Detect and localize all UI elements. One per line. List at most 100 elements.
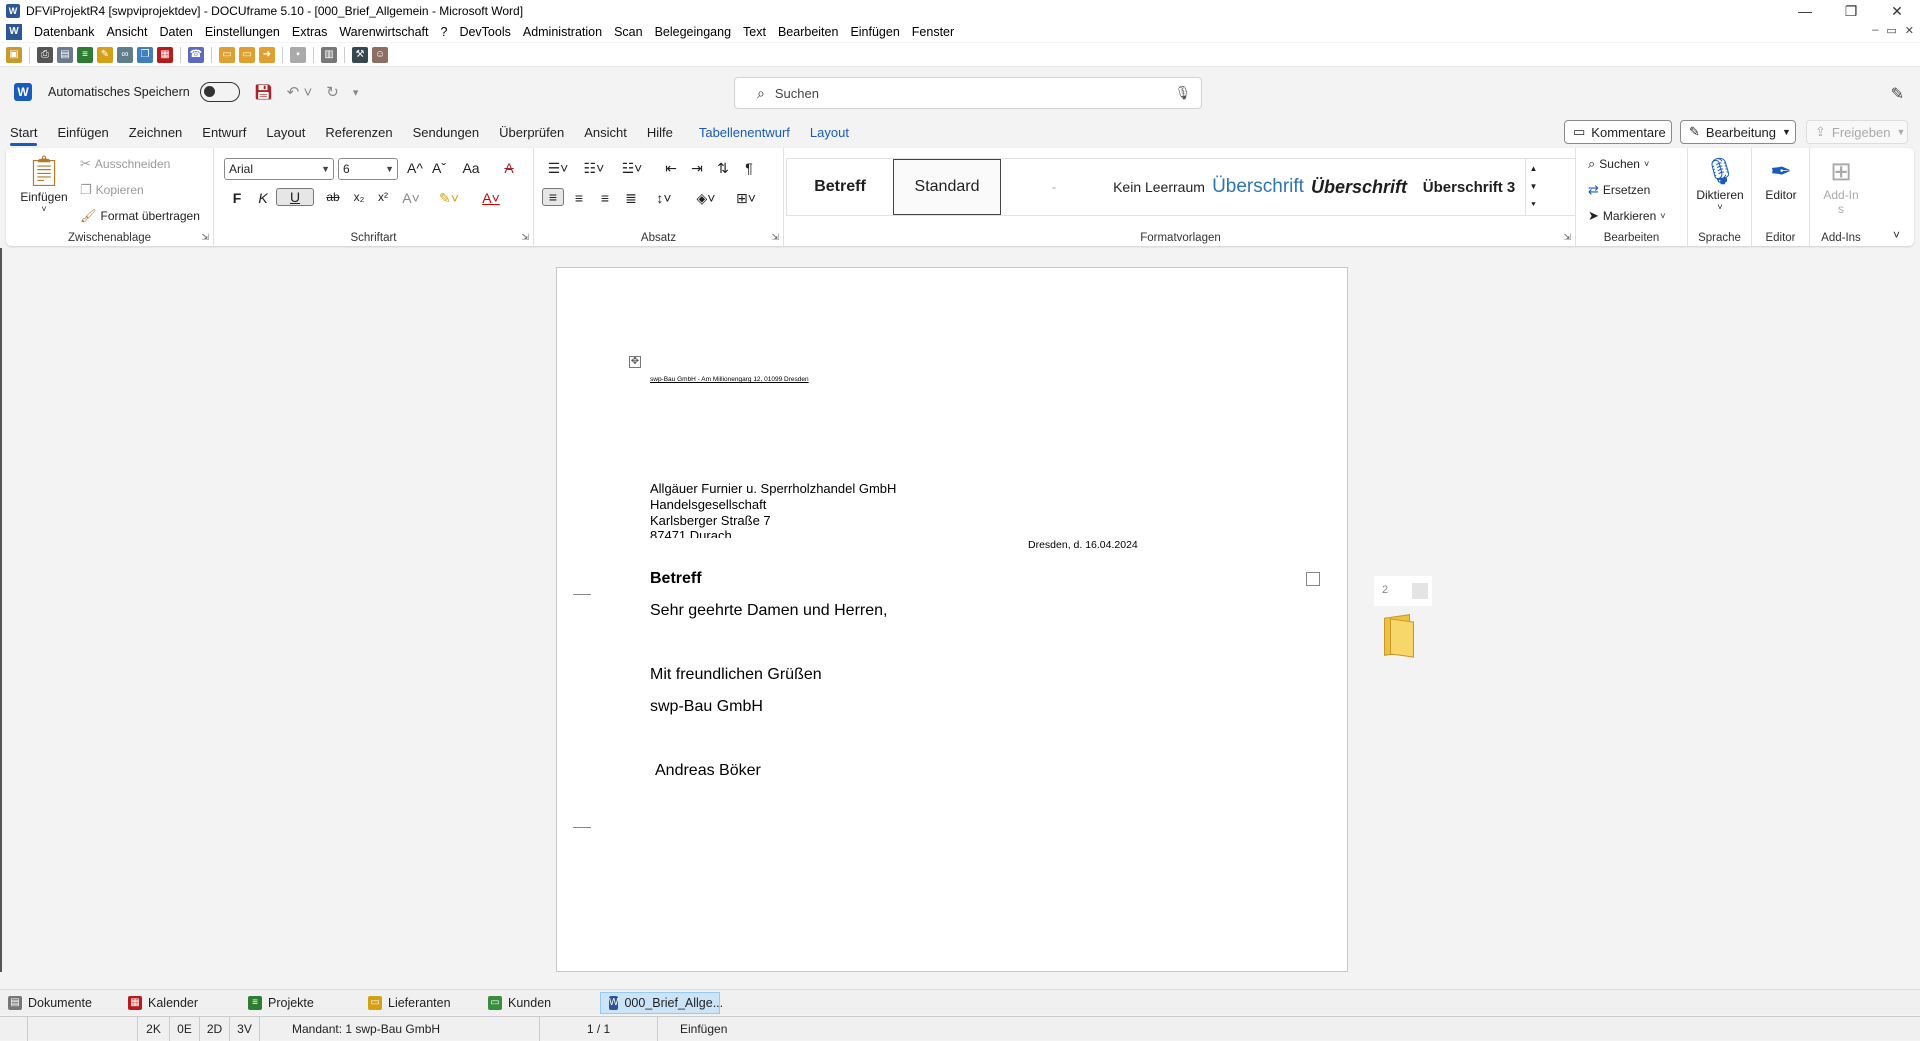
document-page[interactable]: ✥ swp-Bau GmbH - Am Millionengarg 12, 01… bbox=[556, 267, 1348, 972]
task-brief[interactable]: W 000_Brief_Allge... bbox=[600, 991, 723, 1014]
underline-button[interactable]: U bbox=[276, 188, 314, 206]
shading-icon[interactable]: ◈˅ bbox=[690, 190, 722, 207]
comments-button[interactable]: ▭ Kommentare bbox=[1564, 120, 1672, 144]
minimize-button[interactable]: — bbox=[1782, 0, 1828, 22]
collapse-ribbon-icon[interactable]: ˅ bbox=[1893, 228, 1900, 242]
save-disk-icon[interactable]: ▪ bbox=[290, 46, 306, 63]
tab-sendungen[interactable]: Sendungen bbox=[403, 120, 490, 146]
search-box[interactable]: ⌕ Suchen 🎙︎ bbox=[734, 77, 1202, 109]
tab-zeichnen[interactable]: Zeichnen bbox=[119, 120, 192, 146]
italic-button[interactable]: K bbox=[252, 190, 274, 206]
menu-devtools[interactable]: DevTools bbox=[453, 25, 516, 39]
mdi-close-button[interactable]: ✕ bbox=[1905, 24, 1914, 37]
pilcrow-icon[interactable]: ¶ bbox=[738, 160, 760, 176]
line-spacing-icon[interactable]: ↕˅ bbox=[648, 190, 680, 206]
save-icon[interactable]: 💾︎ bbox=[254, 83, 273, 101]
recipient-line-3[interactable]: Karlsberger Straße 7 bbox=[650, 513, 771, 528]
share-button[interactable]: ⇪ Freigeben ▼ bbox=[1806, 120, 1908, 144]
tab-entwurf[interactable]: Entwurf bbox=[192, 120, 256, 146]
menu-fenster[interactable]: Fenster bbox=[906, 25, 960, 39]
format-painter-button[interactable]: 🖌︎ Format übertragen bbox=[80, 208, 200, 224]
editing-mode-button[interactable]: ✎ Bearbeitung ▼ bbox=[1680, 120, 1796, 144]
find-button[interactable]: ⌕ Suchen ˅ bbox=[1588, 156, 1649, 172]
recipient-line-4[interactable]: 87471 Durach bbox=[650, 528, 732, 538]
tab-ueberpruefen[interactable]: Überprüfen bbox=[489, 120, 574, 146]
recipient-line-2[interactable]: Handelsgesellschaft bbox=[650, 497, 766, 512]
pen-icon[interactable]: ✎ bbox=[1891, 84, 1904, 104]
redo-icon[interactable]: ↻ bbox=[326, 83, 339, 101]
superscript-button[interactable]: x² bbox=[372, 190, 394, 204]
window-icon[interactable]: ▥ bbox=[321, 46, 337, 63]
microphone-icon[interactable]: 🎙︎ bbox=[1174, 85, 1191, 101]
addins-button[interactable]: ⊞ Add-Ins bbox=[1810, 154, 1872, 216]
bullets-icon[interactable]: ☰˅ bbox=[542, 160, 574, 177]
task-projekte[interactable]: ≡ Projekte bbox=[240, 992, 360, 1014]
letter-closing[interactable]: Mit freundlichen Grüßen bbox=[650, 666, 822, 684]
tab-ansicht[interactable]: Ansicht bbox=[574, 120, 637, 146]
tab-hilfe[interactable]: Hilfe bbox=[637, 120, 683, 146]
letter-date[interactable]: Dresden, d. 16.04.2024 bbox=[1028, 539, 1138, 551]
print-icon[interactable]: ⎙ bbox=[37, 46, 53, 63]
task-lieferanten[interactable]: ▭ Lieferanten bbox=[360, 992, 480, 1014]
menu-bearbeiten[interactable]: Bearbeiten bbox=[772, 25, 844, 39]
tab-tabellenentwurf[interactable]: Tabellenentwurf bbox=[689, 120, 800, 146]
align-center-icon[interactable]: ≡ bbox=[568, 190, 590, 206]
clear-format-button[interactable]: A bbox=[498, 160, 520, 176]
numbering-icon[interactable]: ☷˅ bbox=[578, 160, 610, 177]
menu-extras[interactable]: Extras bbox=[286, 25, 333, 39]
tools-icon[interactable]: ⚒ bbox=[352, 46, 368, 63]
task-dokumente[interactable]: ▤ Dokumente bbox=[0, 992, 120, 1014]
borders-icon[interactable]: ⊞˅ bbox=[730, 190, 762, 207]
menu-daten[interactable]: Daten bbox=[153, 25, 198, 39]
chevron-down-icon[interactable]: ▼ bbox=[1526, 182, 1541, 191]
editor-button[interactable]: ✒︎ Editor bbox=[1752, 154, 1810, 202]
note-icon[interactable]: ✎ bbox=[97, 46, 113, 63]
style-heading-2[interactable]: Überschrift bbox=[1305, 159, 1413, 215]
bold-button[interactable]: F bbox=[226, 190, 248, 206]
grow-font-button[interactable]: A^ bbox=[404, 160, 426, 176]
dialog-launcher-icon[interactable]: ⇲ bbox=[521, 232, 529, 243]
style-heading-3[interactable]: Überschrift 3 bbox=[1413, 159, 1525, 215]
menu-help[interactable]: ? bbox=[434, 25, 453, 39]
menu-scan[interactable]: Scan bbox=[608, 25, 649, 39]
mdi-minimize-button[interactable]: – bbox=[1872, 24, 1878, 37]
menu-administration[interactable]: Administration bbox=[517, 25, 608, 39]
dialog-launcher-icon[interactable]: ⇲ bbox=[201, 232, 209, 243]
style-dash[interactable]: - bbox=[1001, 159, 1107, 215]
new-folder-icon[interactable]: ▭ bbox=[219, 46, 235, 63]
table-move-handle-icon[interactable]: ✥ bbox=[629, 356, 641, 368]
menu-belegeingang[interactable]: Belegeingang bbox=[649, 25, 737, 39]
side-toggle[interactable] bbox=[1412, 583, 1428, 599]
move-folder-icon[interactable]: ➜ bbox=[259, 46, 275, 63]
menu-datenbank[interactable]: Datenbank bbox=[28, 25, 100, 39]
open-folder-icon[interactable]: ▭ bbox=[239, 46, 255, 63]
chevron-up-icon[interactable]: ▲ bbox=[1526, 164, 1541, 173]
calendar-icon[interactable]: ▦ bbox=[157, 46, 173, 63]
font-family-select[interactable]: Arial ▼ bbox=[224, 158, 334, 180]
letter-salutation[interactable]: Sehr geehrte Damen und Herren, bbox=[650, 602, 887, 620]
dialog-launcher-icon[interactable]: ⇲ bbox=[1563, 232, 1571, 243]
more-icon[interactable]: ⯆ bbox=[1526, 200, 1541, 210]
db-icon[interactable]: ▣ bbox=[6, 46, 22, 63]
style-betreff[interactable]: Betreff bbox=[787, 159, 893, 215]
task-kunden[interactable]: ▭ Kunden bbox=[480, 992, 600, 1014]
font-size-select[interactable]: 6 ▼ bbox=[338, 158, 398, 180]
replace-button[interactable]: ⇄ Ersetzen bbox=[1588, 182, 1650, 198]
letter-company[interactable]: swp-Bau GmbH bbox=[650, 698, 763, 716]
undo-icon[interactable]: ↶ ˅ bbox=[287, 83, 313, 101]
styles-scroll[interactable]: ▲ ▼ ⯆ bbox=[1525, 159, 1541, 215]
paste-button[interactable]: 📋︎ Einfügen ˅ bbox=[16, 154, 72, 214]
sort-icon[interactable]: ⇅ bbox=[712, 160, 734, 177]
card-icon[interactable]: ▤ bbox=[57, 46, 73, 63]
task-kalender[interactable]: ▦ Kalender bbox=[120, 992, 240, 1014]
style-heading-1[interactable]: Überschrift bbox=[1211, 159, 1305, 215]
close-button[interactable]: ✕ bbox=[1874, 0, 1920, 22]
tab-start[interactable]: Start bbox=[0, 120, 47, 146]
dialog-launcher-icon[interactable]: ⇲ bbox=[771, 232, 779, 243]
checkbox-marker[interactable] bbox=[1306, 572, 1320, 586]
decrease-indent-icon[interactable]: ⇤ bbox=[660, 160, 682, 177]
copy-doc-icon[interactable]: ❐ bbox=[137, 46, 153, 63]
cut-button[interactable]: ✂ Ausschneiden bbox=[80, 156, 170, 172]
customize-qat-icon[interactable]: ▾ bbox=[353, 86, 359, 99]
highlight-icon[interactable]: ✎˅ bbox=[434, 190, 464, 207]
